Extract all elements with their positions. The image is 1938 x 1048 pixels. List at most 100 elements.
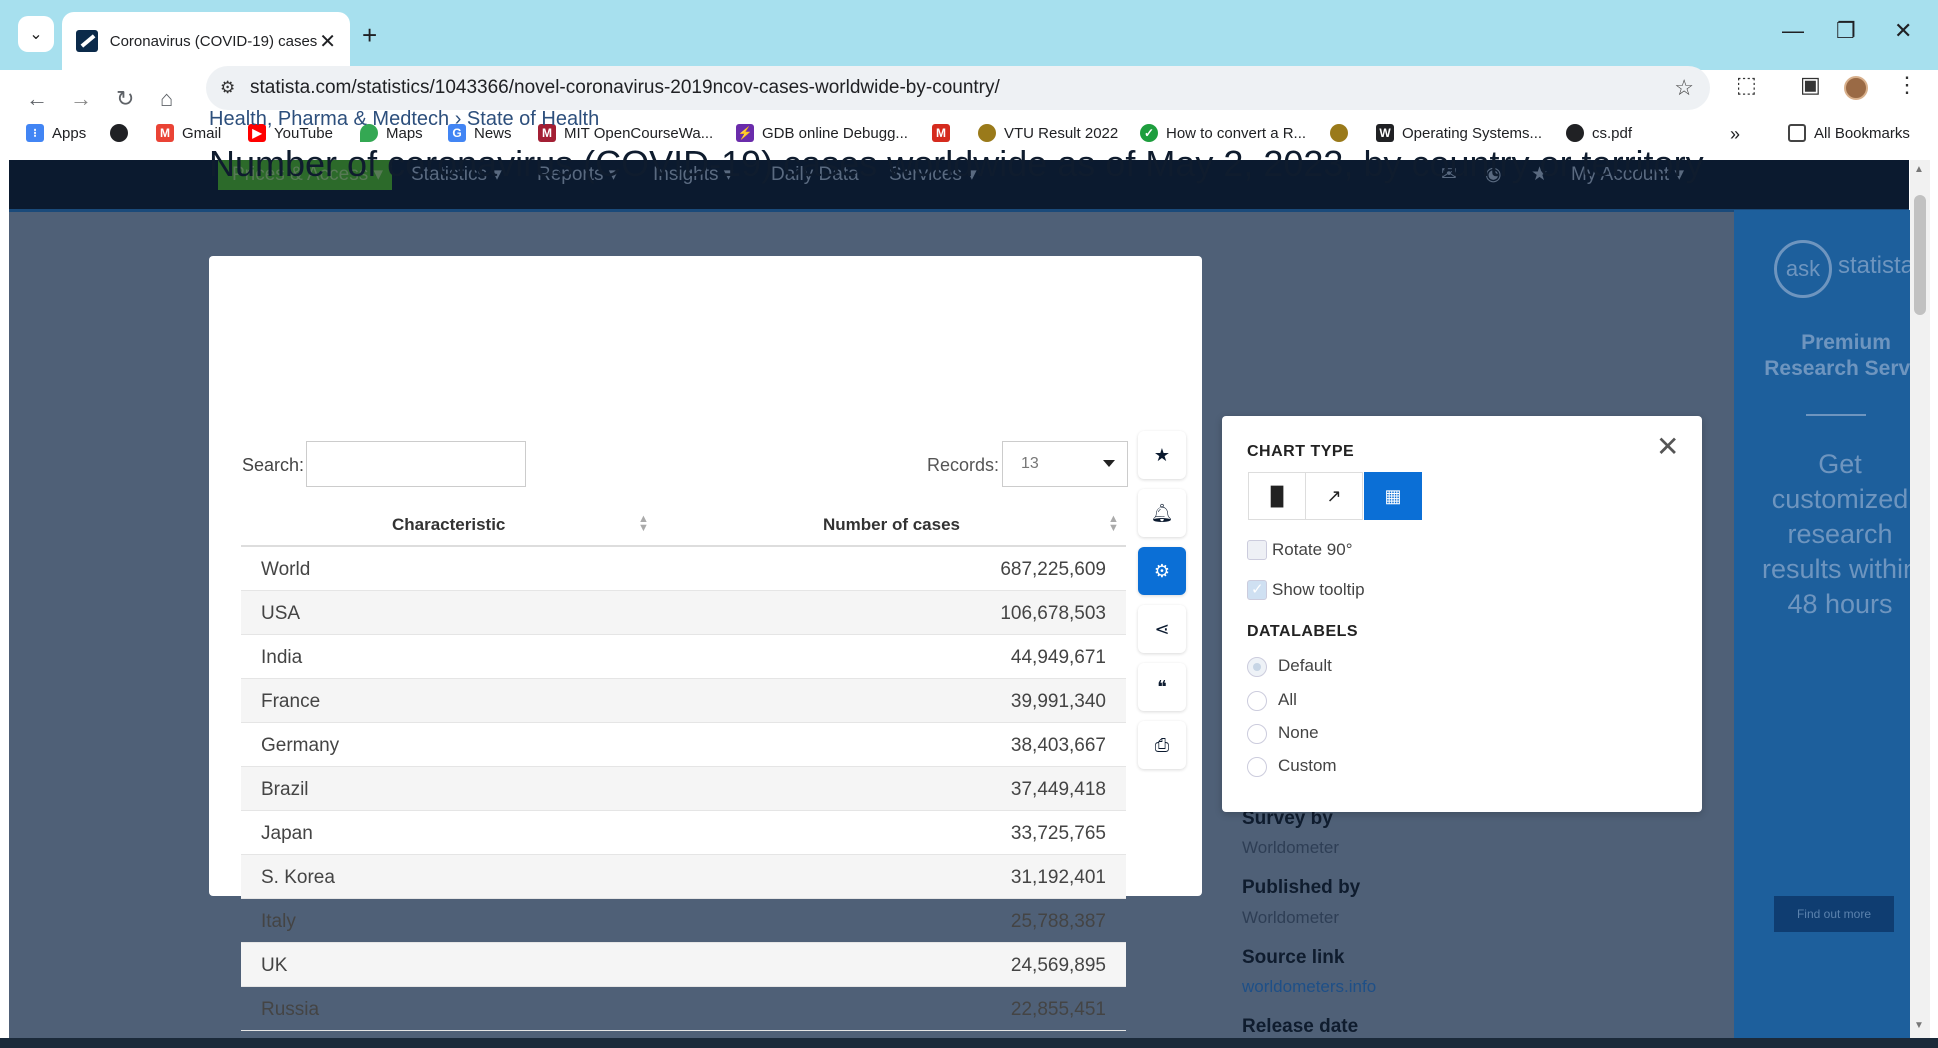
print-button[interactable]: ⎙: [1138, 721, 1186, 769]
release-date-label: Release date: [1242, 1016, 1359, 1037]
bookmarks-overflow[interactable]: »: [1730, 124, 1740, 145]
rotate-checkbox[interactable]: [1247, 540, 1267, 560]
breadcrumb-link-state[interactable]: State of Health: [467, 108, 599, 130]
side-panel-icon[interactable]: ▣: [1800, 72, 1821, 98]
published-by-value: Worldometer: [1242, 908, 1339, 927]
gear-icon: ⚙: [1153, 560, 1171, 581]
datalabel-custom-label: Custom: [1278, 756, 1337, 775]
sort-icon[interactable]: ▲ ▼: [1108, 514, 1119, 534]
extensions-icon[interactable]: ⬚: [1736, 72, 1757, 98]
datalabel-default-radio[interactable]: [1247, 657, 1267, 677]
page-title: Number of coronavirus (COVID-19) cases w…: [209, 143, 1704, 184]
datalabels-heading: DATALABELS: [1247, 623, 1359, 640]
records-label: Records:: [927, 455, 1000, 475]
share-button[interactable]: ⋖: [1138, 605, 1186, 653]
chart-type-line-button[interactable]: ↗: [1305, 472, 1363, 520]
source-link-label: Source link: [1242, 947, 1345, 968]
tab-title: Coronavirus (COVID-19) cases b: [109, 32, 320, 50]
url-text[interactable]: statista.com/statistics/1043366/novel-co…: [250, 77, 1000, 99]
ask-get-text: Get customized research results within 4…: [1761, 449, 1919, 619]
rotate-label: Rotate 90°: [1272, 540, 1353, 559]
quote-icon: ❝: [1157, 676, 1167, 697]
star-icon: ★: [1153, 444, 1171, 465]
tab-close-icon[interactable]: ✕: [319, 29, 336, 54]
records-value: 13: [1021, 455, 1039, 472]
chevron-down-icon: ⌄: [29, 26, 43, 43]
tooltip-checkbox[interactable]: [1247, 580, 1267, 600]
column-header-cases[interactable]: Number of cases: [823, 515, 960, 535]
datalabel-default-label: Default: [1278, 656, 1332, 675]
bookmark-globe[interactable]: [110, 124, 136, 142]
published-by-label: Published by: [1242, 877, 1361, 898]
table-row: Brazil 37,449,418: [241, 767, 1126, 811]
ask-brand: statista: [1838, 252, 1915, 279]
records-select[interactable]: 13: [1002, 441, 1128, 487]
line-chart-icon: ↗: [1326, 485, 1342, 506]
table-row: India 44,949,671: [241, 635, 1126, 679]
globe-icon: [110, 124, 128, 142]
ask-logo-icon: ask: [1774, 240, 1832, 298]
scroll-up-icon[interactable]: ▲: [1914, 164, 1924, 175]
favorite-button[interactable]: ★: [1138, 431, 1186, 479]
table-row: World 687,225,609: [241, 547, 1126, 591]
table-row: Italy 25,788,387: [241, 899, 1126, 943]
datalabel-none-label: None: [1278, 723, 1319, 742]
forward-icon[interactable]: →: [70, 86, 92, 112]
notification-button[interactable]: 🔔︎: [1138, 489, 1186, 537]
caret-down-icon: [1103, 460, 1115, 467]
chart-type-table-button[interactable]: ▦: [1364, 472, 1422, 520]
browser-tab-active[interactable]: Coronavirus (COVID-19) cases b ✕: [62, 12, 350, 70]
close-window-icon[interactable]: ✕: [1894, 18, 1912, 44]
statista-favicon-icon: [76, 30, 98, 52]
chart-type-heading: CHART TYPE: [1247, 443, 1355, 460]
datalabel-all-radio[interactable]: [1247, 691, 1267, 711]
table-grid-icon: ▦: [1384, 485, 1402, 506]
apps-grid-icon: ⁝: [26, 124, 44, 142]
datalabel-custom-radio[interactable]: [1247, 757, 1267, 777]
browser-tab-strip: ⌄ Coronavirus (COVID-19) cases b ✕ + — ❐…: [0, 0, 1938, 70]
search-label: Search:: [242, 455, 305, 475]
sort-icon[interactable]: ▲ ▼: [638, 514, 649, 534]
find-out-more-button[interactable]: Find out more: [1774, 896, 1894, 932]
address-bar[interactable]: ⚙ statista.com/statistics/1043366/novel-…: [206, 66, 1710, 110]
gmail-icon: M: [156, 124, 174, 142]
table-row: Russia 22,855,451: [241, 987, 1126, 1031]
source-link-value[interactable]: worldometers.info: [1242, 977, 1376, 997]
bookmark-star-icon[interactable]: ☆: [1674, 75, 1694, 101]
back-icon[interactable]: ←: [26, 86, 48, 112]
table-row: S. Korea 31,192,401: [241, 855, 1126, 899]
search-input[interactable]: [306, 441, 526, 487]
bookmark-apps[interactable]: ⁝ Apps: [26, 124, 86, 142]
datalabel-none-radio[interactable]: [1247, 724, 1267, 744]
restore-icon[interactable]: ❐: [1836, 18, 1856, 44]
all-bookmarks[interactable]: All Bookmarks: [1788, 124, 1910, 142]
printer-icon: ⎙: [1154, 734, 1170, 755]
breadcrumb: Health, Pharma & Medtech › State of Heal…: [209, 108, 599, 131]
site-info-icon[interactable]: ⚙: [220, 78, 235, 98]
home-icon[interactable]: ⌂: [160, 86, 173, 112]
column-header-characteristic[interactable]: Characteristic: [392, 515, 505, 535]
menu-kebab-icon[interactable]: ⋮: [1896, 72, 1918, 98]
tooltip-label: Show tooltip: [1272, 580, 1365, 599]
bar-chart-icon: ▐▌: [1264, 485, 1290, 506]
cite-button[interactable]: ❝: [1138, 663, 1186, 711]
scroll-down-icon[interactable]: ▼: [1914, 1020, 1924, 1031]
chart-type-bar-button[interactable]: ▐▌: [1248, 472, 1306, 520]
profile-avatar[interactable]: [1844, 76, 1868, 100]
datalabel-all-label: All: [1278, 690, 1297, 709]
close-icon[interactable]: ✕: [1656, 430, 1679, 463]
table-row: France 39,991,340: [241, 679, 1126, 723]
share-icon: ⋖: [1154, 618, 1170, 639]
table-row: UK 24,569,895: [241, 943, 1126, 987]
folder-icon: [1788, 124, 1806, 142]
table-row: USA 106,678,503: [241, 591, 1126, 635]
minimize-icon[interactable]: —: [1782, 18, 1804, 44]
ask-divider: [1806, 414, 1866, 416]
bell-icon: 🔔︎: [1150, 502, 1174, 523]
breadcrumb-link-health[interactable]: Health, Pharma & Medtech: [209, 108, 449, 130]
reload-icon[interactable]: ↻: [116, 86, 134, 112]
tab-search-button[interactable]: ⌄: [18, 16, 54, 52]
new-tab-button[interactable]: +: [362, 20, 377, 51]
scroll-thumb[interactable]: [1914, 195, 1926, 315]
settings-button[interactable]: ⚙: [1138, 547, 1186, 595]
